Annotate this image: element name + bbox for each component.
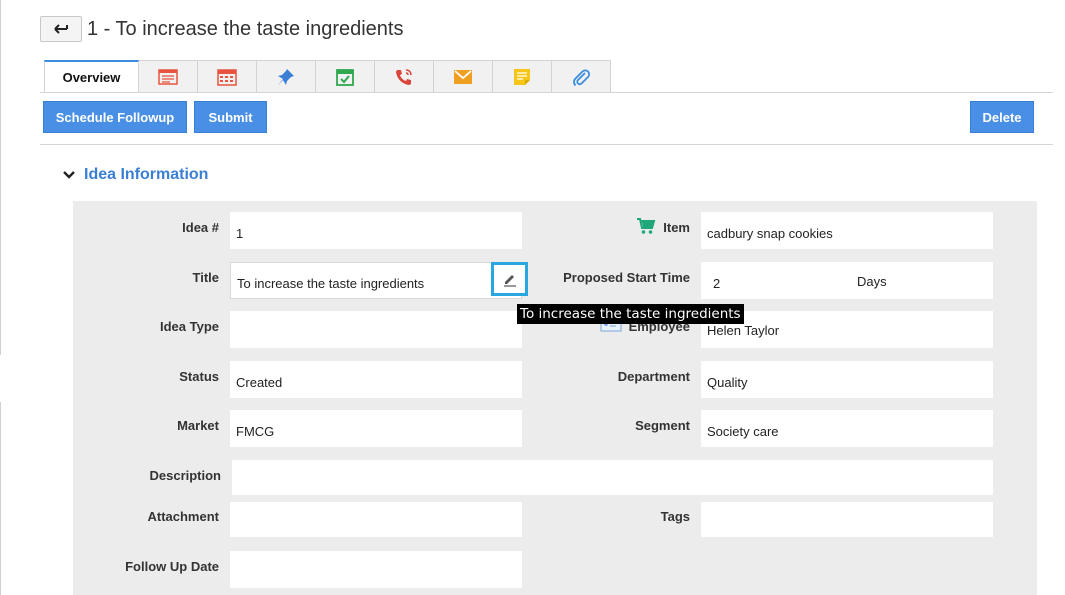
tab-calendar[interactable] xyxy=(198,60,257,92)
status-label: Status xyxy=(179,369,219,384)
status-value: Created xyxy=(236,375,283,390)
phone-icon xyxy=(396,68,412,85)
tags-label: Tags xyxy=(660,509,690,524)
idea-type-label: Idea Type xyxy=(159,319,219,334)
tab-overview[interactable]: Overview xyxy=(44,60,139,92)
title-tooltip: To increase the taste ingredients xyxy=(517,304,744,324)
department-label: Department xyxy=(617,369,690,384)
back-button[interactable] xyxy=(40,16,82,42)
proposed-start-label: Proposed Start Time xyxy=(563,270,690,285)
idea-type-field[interactable] xyxy=(230,311,522,348)
title-label: Title xyxy=(192,270,220,285)
market-field[interactable]: FMCG xyxy=(230,410,522,447)
page-header: 1 - To increase the taste ingredients xyxy=(40,16,403,42)
section-toggle[interactable]: Idea Information xyxy=(62,166,208,184)
pencil-icon xyxy=(503,275,516,287)
proposed-start-field[interactable]: 2 Days xyxy=(701,262,993,299)
employee-field[interactable]: Helen Taylor xyxy=(701,311,993,348)
description-label: Description xyxy=(149,468,221,483)
idea-number-field[interactable]: 1 xyxy=(230,212,522,249)
section-title: Idea Information xyxy=(84,166,209,183)
tab-mail[interactable] xyxy=(434,60,493,92)
back-arrow-icon xyxy=(54,24,68,34)
title-edit-button[interactable] xyxy=(491,262,528,296)
attachment-field[interactable] xyxy=(230,502,522,537)
list-icon xyxy=(158,68,178,85)
item-value: cadbury snap cookies xyxy=(707,226,833,241)
idea-number-label: Idea # xyxy=(182,220,219,235)
department-value: Quality xyxy=(707,375,748,390)
proposed-start-value: 2 xyxy=(713,276,721,291)
calendar-icon xyxy=(217,68,237,86)
title-field[interactable]: To increase the taste ingredients xyxy=(230,262,522,299)
page-title: 1 - To increase the taste ingredients xyxy=(87,17,404,40)
proposed-start-unit: Days xyxy=(857,274,887,289)
schedule-followup-button[interactable]: Schedule Followup xyxy=(43,101,187,133)
item-field[interactable]: cadbury snap cookies xyxy=(701,212,993,249)
item-label: Item xyxy=(663,220,690,235)
tab-pin[interactable] xyxy=(257,60,316,92)
tab-phone[interactable] xyxy=(375,60,434,92)
tab-list[interactable] xyxy=(139,60,198,92)
tab-attachment[interactable] xyxy=(552,60,611,92)
task-icon xyxy=(336,68,354,86)
employee-value: Helen Taylor xyxy=(707,322,780,338)
left-border xyxy=(0,0,1,355)
submit-button[interactable]: Submit xyxy=(194,101,267,133)
tab-divider xyxy=(40,92,1053,93)
segment-value: Society care xyxy=(707,424,779,439)
market-value: FMCG xyxy=(236,424,275,439)
left-border xyxy=(0,402,1,595)
attachment-icon xyxy=(573,68,591,86)
tab-note[interactable] xyxy=(493,60,552,92)
mail-icon xyxy=(454,69,472,84)
segment-label: Segment xyxy=(635,418,690,433)
tags-field[interactable] xyxy=(701,502,993,537)
tab-task[interactable] xyxy=(316,60,375,92)
department-field[interactable]: Quality xyxy=(701,361,993,398)
pin-icon xyxy=(278,68,294,85)
chevron-down-icon xyxy=(63,171,75,179)
note-icon xyxy=(514,68,530,85)
follow-up-date-field[interactable] xyxy=(230,551,522,588)
attachment-label: Attachment xyxy=(147,509,219,524)
title-value: To increase the taste ingredients xyxy=(237,276,425,291)
market-label: Market xyxy=(177,418,219,433)
description-field[interactable] xyxy=(232,460,993,495)
idea-number-value: 1 xyxy=(236,226,244,241)
follow-up-date-label: Follow Up Date xyxy=(125,559,219,574)
segment-field[interactable]: Society care xyxy=(701,410,993,447)
delete-button[interactable]: Delete xyxy=(970,101,1034,133)
tab-bar: Overview xyxy=(44,60,611,92)
toolbar-divider xyxy=(40,144,1053,145)
status-field[interactable]: Created xyxy=(230,361,522,398)
